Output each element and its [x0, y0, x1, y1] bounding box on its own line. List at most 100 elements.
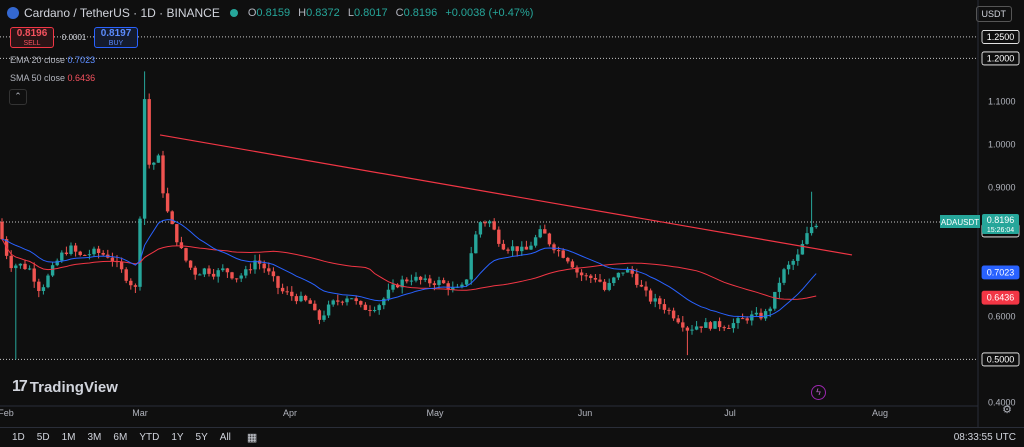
candle-body: [662, 304, 667, 310]
range-5d[interactable]: 5D: [37, 432, 50, 443]
range-6m[interactable]: 6M: [113, 432, 127, 443]
range-all[interactable]: All: [220, 432, 231, 443]
candle-body: [161, 155, 165, 194]
symbol-title[interactable]: Cardano / TetherUS · 1D · BINANCE: [24, 6, 220, 20]
candle-body: [0, 221, 4, 240]
candle-body: [207, 268, 211, 274]
candle-body: [639, 284, 644, 287]
candle-body: [533, 237, 538, 246]
candle-body: [276, 276, 280, 288]
candle-body: [290, 291, 294, 297]
tradingview-logo: 17 TradingView: [12, 378, 118, 396]
change-value: +0.0038 (+0.47%): [445, 7, 534, 19]
candle-body: [731, 323, 736, 329]
candle-body: [432, 283, 437, 285]
candle-body: [225, 268, 230, 273]
candle-body: [244, 269, 248, 276]
range-1d[interactable]: 1D: [12, 432, 25, 443]
candle-body: [727, 327, 731, 329]
candle-body: [349, 298, 354, 300]
candle-body: [142, 99, 147, 219]
candle-body: [175, 224, 179, 243]
candle-body: [602, 281, 607, 290]
candle-body: [359, 301, 363, 305]
candle-body: [18, 263, 23, 266]
candle-body: [372, 310, 377, 312]
candle-body: [786, 264, 791, 270]
candle-body: [326, 304, 331, 316]
calendar-icon[interactable]: ▦: [247, 431, 257, 444]
candle-body: [313, 303, 317, 311]
candle-body: [736, 318, 740, 324]
symbol-tag-label: ADAUSDT: [941, 218, 979, 227]
candle-body: [768, 308, 772, 312]
candle-body: [589, 275, 593, 278]
candle-body: [446, 283, 450, 290]
candle-body: [138, 218, 142, 287]
price-chart[interactable]: 1.25001.20001.10001.00000.90000.80000.60…: [0, 0, 1024, 427]
candle-body: [262, 263, 266, 269]
range-ytd[interactable]: YTD: [139, 432, 159, 443]
candle-body: [239, 275, 243, 279]
candle-body: [147, 99, 151, 165]
candle-body: [73, 245, 78, 252]
candle-body: [566, 257, 570, 262]
range-3m[interactable]: 3M: [88, 432, 102, 443]
sell-button[interactable]: 0.8196 SELL: [10, 27, 54, 48]
candle-body: [50, 265, 55, 276]
candle-body: [497, 229, 501, 244]
candle-body: [418, 276, 423, 280]
y-tick-label: 0.9000: [988, 182, 1016, 192]
candle-body: [552, 244, 556, 251]
candle-body: [644, 286, 648, 291]
ohlc-readout: O0.8159 H0.8372 L0.8017 C0.8196 +0.0038 …: [247, 7, 534, 19]
candle-body: [267, 268, 271, 272]
range-1y[interactable]: 1Y: [171, 432, 183, 443]
x-tick-label: May: [426, 408, 444, 418]
candle-body: [501, 243, 506, 250]
candle-body: [317, 310, 322, 320]
candle-body: [754, 312, 759, 315]
candle-body: [676, 318, 680, 323]
candle-body: [193, 267, 197, 275]
candle-body: [308, 300, 312, 304]
candle-body: [170, 211, 174, 225]
candle-body: [414, 276, 418, 281]
sma-legend[interactable]: SMA 50 close 0.6436: [10, 73, 95, 83]
range-5y[interactable]: 5Y: [196, 432, 208, 443]
candle-body: [621, 272, 625, 274]
x-tick-label: Feb: [0, 408, 14, 418]
candle-body: [506, 249, 510, 251]
candle-body: [133, 285, 138, 287]
candle-body: [667, 309, 671, 311]
candle-body: [156, 155, 161, 163]
candle-body: [280, 287, 285, 292]
candle-body: [354, 298, 358, 302]
y-tick-label: 1.0000: [988, 139, 1016, 149]
currency-selector[interactable]: USDT: [975, 6, 1012, 22]
candle-body: [124, 269, 128, 281]
candle-body: [179, 242, 184, 249]
candle-body: [386, 289, 391, 299]
price-level-label: 1.2500: [987, 32, 1015, 42]
buy-button[interactable]: 0.8197 BUY: [94, 27, 138, 48]
candle-body: [745, 318, 749, 321]
y-tick-label: 1.1000: [988, 96, 1016, 106]
candle-body: [110, 257, 115, 262]
candle-body: [524, 246, 529, 250]
range-1m[interactable]: 1M: [62, 432, 76, 443]
candle-body: [699, 326, 703, 328]
price-level-label: 0.6436: [987, 293, 1015, 303]
settings-icon[interactable]: ⚙: [1002, 403, 1012, 416]
candle-body: [478, 222, 483, 235]
candle-body: [690, 329, 694, 331]
candle-body: [60, 252, 64, 261]
candle-body: [538, 229, 542, 238]
ema-legend[interactable]: EMA 20 close 0.7023: [10, 55, 95, 65]
candle-body: [294, 296, 299, 302]
candle-body: [814, 225, 818, 228]
candle-body: [759, 312, 763, 319]
candle-body: [345, 298, 349, 303]
lightning-icon[interactable]: ϟ: [811, 385, 826, 400]
collapse-legend-button[interactable]: ⌃: [9, 89, 27, 105]
